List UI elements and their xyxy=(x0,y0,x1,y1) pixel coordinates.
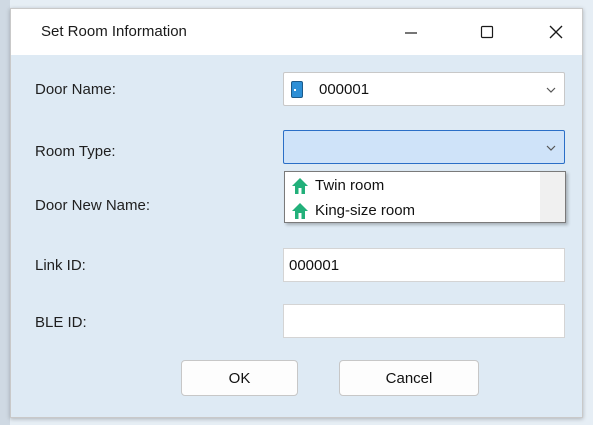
room-type-select[interactable] xyxy=(283,130,565,164)
door-name-label: Door Name: xyxy=(35,81,116,98)
chevron-down-icon xyxy=(546,87,556,93)
option-label: King-size room xyxy=(315,202,416,219)
close-button[interactable] xyxy=(528,9,584,55)
window-title: Set Room Information xyxy=(41,23,187,40)
minimize-button[interactable] xyxy=(383,9,439,55)
door-name-value: 000001 xyxy=(319,81,370,98)
door-new-name-label: Door New Name: xyxy=(35,197,151,214)
minimize-icon xyxy=(405,32,417,34)
dropdown-scrollbar[interactable] xyxy=(540,172,565,222)
chevron-down-icon xyxy=(546,145,556,151)
link-id-value: 000001 xyxy=(289,257,340,274)
set-room-information-dialog: Set Room Information Door Name: 000001 R… xyxy=(10,8,583,418)
close-icon xyxy=(549,25,563,39)
maximize-icon xyxy=(480,25,494,39)
title-bar: Set Room Information xyxy=(11,9,582,55)
maximize-button[interactable] xyxy=(459,9,515,55)
door-icon xyxy=(291,81,303,98)
link-id-label: Link ID: xyxy=(35,257,86,274)
room-type-label: Room Type: xyxy=(35,143,116,160)
ble-id-field[interactable] xyxy=(283,304,565,338)
room-type-dropdown-list: Twin room King-size room xyxy=(284,171,566,223)
ble-id-label: BLE ID: xyxy=(35,314,87,331)
house-icon xyxy=(292,178,308,194)
room-type-option-twin[interactable]: Twin room xyxy=(289,174,537,198)
ok-button[interactable]: OK xyxy=(181,360,298,396)
room-type-option-king[interactable]: King-size room xyxy=(289,199,537,222)
door-name-select[interactable]: 000001 xyxy=(283,72,565,106)
link-id-field[interactable]: 000001 xyxy=(283,248,565,282)
cancel-button[interactable]: Cancel xyxy=(339,360,479,396)
option-label: Twin room xyxy=(315,177,385,194)
background-edge xyxy=(0,0,10,425)
house-icon xyxy=(292,203,308,219)
